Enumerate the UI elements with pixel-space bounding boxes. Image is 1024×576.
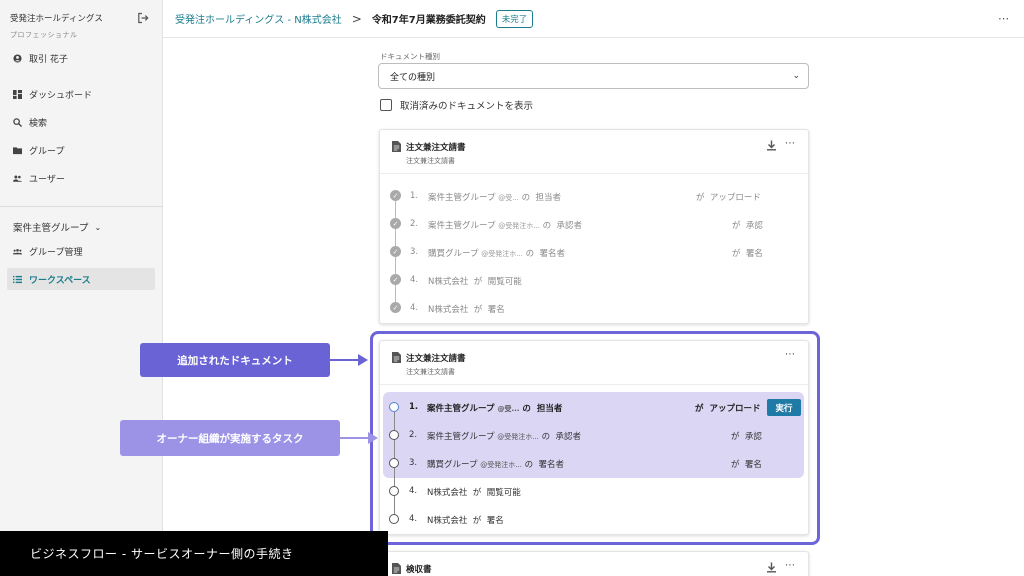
group-manage-icon <box>13 247 22 256</box>
sidebar-item-workspace[interactable]: ワークスペース <box>7 268 155 290</box>
check-icon: ✓ <box>390 274 401 285</box>
task-number: 3. <box>410 247 419 257</box>
check-icon: ✓ <box>390 246 401 257</box>
owner-tasks-callout: オーナー組織が実施するタスク <box>120 420 340 456</box>
download-icon[interactable] <box>766 562 777 573</box>
account-icon <box>13 53 22 63</box>
arrow-right-icon <box>330 354 368 366</box>
sidebar-item-label: ワークスペース <box>29 275 91 286</box>
added-document-callout: 追加されたドキュメント <box>140 343 330 377</box>
check-icon: ✓ <box>390 190 401 201</box>
users-icon <box>13 174 22 183</box>
chevron-down-icon: ⌄ <box>792 71 800 81</box>
task-row: ✓ 2. 案件主管グループ @受発注ホ... の 承認者 が 承認 <box>380 210 810 238</box>
user-menu[interactable]: 取引 花子 <box>7 47 155 69</box>
task-assignee: N株式会社 が 署名 <box>428 305 505 315</box>
sidebar-item-group-manage[interactable]: グループ管理 <box>7 240 155 262</box>
sidebar-item-search[interactable]: 検索 <box>7 111 155 133</box>
top-header: 受発注ホールディングス - N株式会社 > 令和7年7月業務委託契約 未完了 ⋯ <box>163 0 1024 38</box>
more-options-icon[interactable]: ⋯ <box>785 138 795 149</box>
task-assignee: N株式会社 が 閲覧可能 <box>428 277 522 287</box>
sidebar: 受発注ホールディングス プロフェッショナル 取引 花子 ダッシュボード 検索 グ… <box>0 0 163 576</box>
document-type-value: 全ての種別 <box>390 72 436 83</box>
task-number: 4. <box>410 303 419 313</box>
document-title: 注文兼注文請書 <box>406 143 466 153</box>
group-section-label: 案件主管グループ <box>13 223 89 234</box>
dashboard-icon <box>13 89 22 99</box>
task-action: が 署名 <box>732 249 763 259</box>
sidebar-item-dashboard[interactable]: ダッシュボード <box>7 83 155 105</box>
task-row: ✓ 4. N株式会社 が 署名 <box>380 294 810 322</box>
task-action: が 承認 <box>732 221 763 231</box>
document-subtitle: 注文兼注文請書 <box>406 157 455 165</box>
task-assignee: 案件主管グループ @受発注ホ... の 承認者 <box>428 221 583 231</box>
task-number: 2. <box>410 219 419 229</box>
sidebar-item-group[interactable]: グループ <box>7 139 155 161</box>
business-flow-banner: ビジネスフロー - サービスオーナー側の手続き <box>0 531 388 576</box>
task-assignee: 案件主管グループ @受... の 担当者 <box>428 193 562 203</box>
task-action: が アップロード <box>696 193 761 203</box>
task-number: 1. <box>410 191 419 201</box>
user-name: 取引 花子 <box>29 54 68 65</box>
show-cancelled-label: 取消済みのドキュメントを表示 <box>400 101 534 112</box>
check-icon: ✓ <box>390 302 401 313</box>
logout-icon[interactable] <box>137 12 149 24</box>
sidebar-item-label: ダッシュボード <box>29 90 93 101</box>
search-icon <box>13 117 22 127</box>
chevron-down-icon: ⌄ <box>94 222 102 232</box>
more-options-icon[interactable]: ⋯ <box>998 12 1010 25</box>
group-section-toggle[interactable]: 案件主管グループ ⌄ <box>13 220 102 235</box>
more-options-icon[interactable]: ⋯ <box>785 560 795 571</box>
download-icon[interactable] <box>766 140 777 151</box>
org-plan: プロフェッショナル <box>10 31 78 39</box>
document-card: 注文兼注文請書 注文兼注文請書 ⋯ ✓ 1. 案件主管グループ @受... の … <box>379 129 809 324</box>
document-card-header: 注文兼注文請書 注文兼注文請書 ⋯ <box>380 130 808 174</box>
document-icon <box>392 141 401 152</box>
sidebar-item-users[interactable]: ユーザー <box>7 167 155 189</box>
task-assignee: 購買グループ @受発注ホ... の 署名者 <box>428 249 566 259</box>
check-icon: ✓ <box>390 218 401 229</box>
task-row: ✓ 3. 購買グループ @受発注ホ... の 署名者 が 署名 <box>380 238 810 266</box>
folder-icon <box>13 146 22 155</box>
org-name: 受発注ホールディングス <box>10 14 103 24</box>
sidebar-divider <box>0 206 163 207</box>
document-type-select[interactable]: 全ての種別 ⌄ <box>378 63 809 89</box>
document-icon <box>392 563 401 574</box>
document-type-label: ドキュメント種別 <box>380 52 440 61</box>
sidebar-item-label: 検索 <box>29 118 48 129</box>
added-document-frame <box>370 331 820 545</box>
show-cancelled-toggle[interactable]: 取消済みのドキュメントを表示 <box>380 98 533 112</box>
breadcrumb-parent-link[interactable]: 受発注ホールディングス - N株式会社 <box>175 11 342 26</box>
sidebar-item-label: グループ <box>29 146 65 157</box>
task-number: 4. <box>410 275 419 285</box>
task-row: ✓ 4. N株式会社 が 閲覧可能 <box>380 266 810 294</box>
list-icon <box>13 275 22 284</box>
sidebar-item-label: ユーザー <box>29 174 65 185</box>
sidebar-item-label: グループ管理 <box>29 247 83 258</box>
breadcrumb-separator: > <box>351 11 362 26</box>
page-title: 令和7年7月業務委託契約 <box>371 15 486 26</box>
status-badge: 未完了 <box>495 9 534 28</box>
document-title: 検収書 <box>406 565 432 575</box>
task-row: ✓ 1. 案件主管グループ @受... の 担当者 が アップロード <box>380 182 810 210</box>
show-cancelled-checkbox[interactable] <box>380 99 392 111</box>
arrow-right-icon <box>340 432 378 444</box>
document-card: 検収書 ⋯ <box>379 551 809 576</box>
